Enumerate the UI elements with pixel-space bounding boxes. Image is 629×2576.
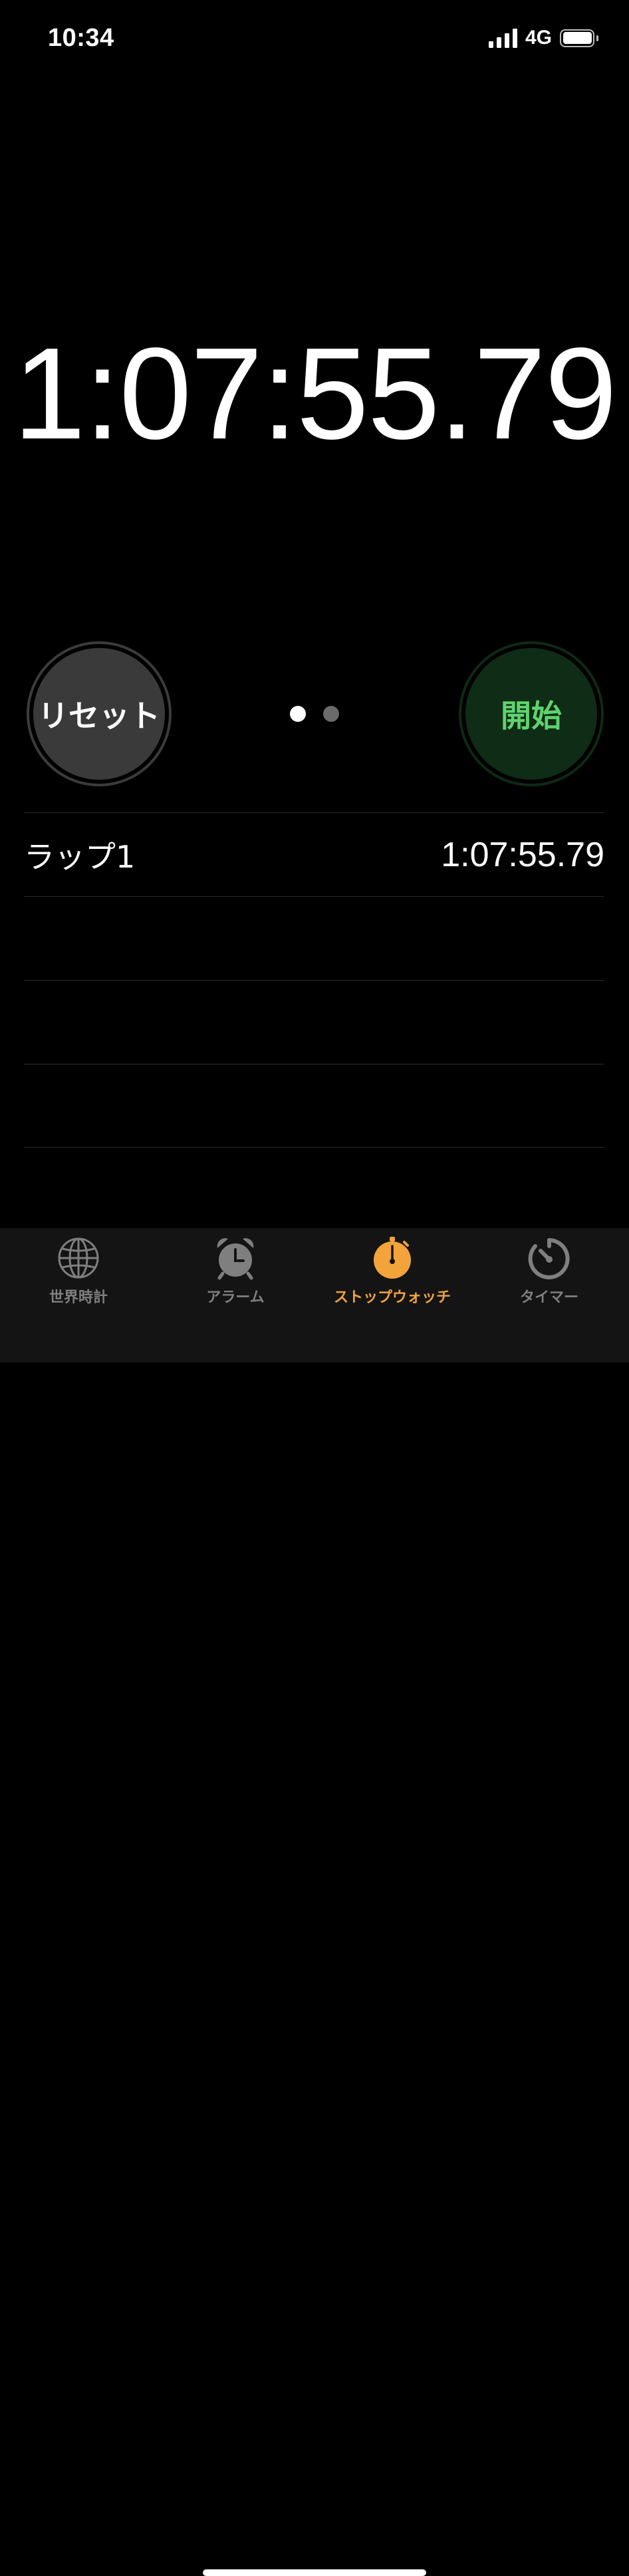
network-type: 4G [525, 27, 552, 49]
page-indicator[interactable] [290, 706, 339, 722]
tab-alarm[interactable]: アラーム [157, 1236, 314, 1307]
tab-label: アラーム [206, 1289, 265, 1306]
reset-button[interactable]: リセット [27, 641, 172, 786]
tab-label: ストップウォッチ [333, 1289, 451, 1306]
tab-world-clock[interactable]: 世界時計 [0, 1236, 157, 1307]
tab-label: タイマー [519, 1289, 578, 1306]
empty-lap-row [24, 1064, 604, 1148]
lap-row: ラップ1 1:07:55.79 [24, 812, 604, 896]
start-button-label: 開始 [465, 648, 597, 780]
battery-icon [560, 29, 598, 47]
tab-label: 世界時計 [49, 1289, 108, 1306]
tab-timer[interactable]: タイマー [471, 1236, 628, 1307]
start-button[interactable]: 開始 [459, 641, 604, 786]
lap-label: ラップ1 [24, 838, 136, 875]
elapsed-time-display: 1:07:55.79 [13, 321, 617, 466]
cellular-signal-icon [488, 28, 517, 48]
reset-button-label: リセット [33, 648, 165, 780]
lap-list: ラップ1 1:07:55.79 [24, 812, 604, 1148]
status-bar: 10:34 4G [0, 0, 629, 80]
stopwatch-icon [374, 1237, 411, 1279]
tab-bar: 世界時計 アラーム ストップウォッチ タイマー [0, 1228, 629, 2576]
page-dot-1[interactable] [290, 706, 306, 722]
status-time: 10:34 [48, 24, 114, 52]
home-indicator[interactable] [203, 2569, 426, 2576]
page-dot-2[interactable] [323, 706, 339, 722]
alarm-clock-icon [217, 1238, 254, 1280]
lap-time: 1:07:55.79 [441, 835, 604, 874]
status-indicators: 4G [488, 27, 598, 49]
empty-lap-row [24, 896, 604, 980]
timer-icon [528, 1238, 570, 1279]
globe-icon [58, 1237, 99, 1279]
tab-stopwatch[interactable]: ストップウォッチ [314, 1236, 471, 1307]
empty-lap-row [24, 980, 604, 1064]
